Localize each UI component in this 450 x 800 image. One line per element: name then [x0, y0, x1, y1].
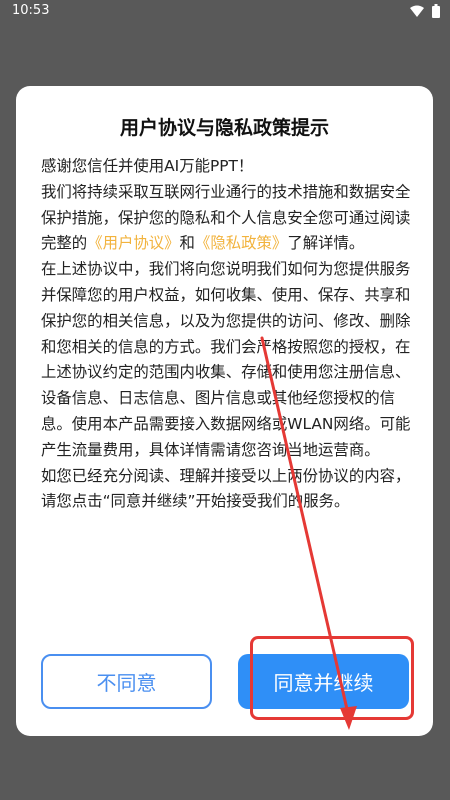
paragraph-1: 我们将持续采取互联网行业通行的技术措施和数据安全保护措施，保护您的隐私和个人信息… — [41, 180, 413, 257]
user-agreement-link[interactable]: 《用户协议》 — [87, 234, 179, 252]
dialog-body: 感谢您信任并使用AI万能PPT！ 我们将持续采取互联网行业通行的技术措施和数据安… — [41, 154, 413, 515]
dialog-title: 用户协议与隐私政策提示 — [119, 117, 329, 139]
wifi-icon — [410, 5, 424, 17]
paragraph-2: 在上述协议中，我们将向您说明我们如何为您提供服务并保障您的用户权益，如何收集、使… — [41, 260, 411, 459]
status-time: 10:53 — [12, 3, 50, 18]
status-bar: 10:53 — [0, 0, 450, 22]
status-icons — [410, 4, 440, 18]
annotation-highlight-box — [250, 636, 414, 720]
and-text: 和 — [179, 234, 195, 253]
disagree-button[interactable]: 不同意 — [41, 654, 212, 709]
para1-after-text: 了解详情。 — [287, 234, 365, 253]
privacy-policy-link[interactable]: 《隐私政策》 — [195, 234, 287, 252]
battery-icon — [432, 4, 440, 18]
paragraph-3: 如您已经充分阅读、理解并接受以上两份协议的内容，请您点击“同意并继续”开始接受我… — [41, 466, 411, 511]
intro-text: 感谢您信任并使用AI万能PPT！ — [41, 157, 254, 175]
